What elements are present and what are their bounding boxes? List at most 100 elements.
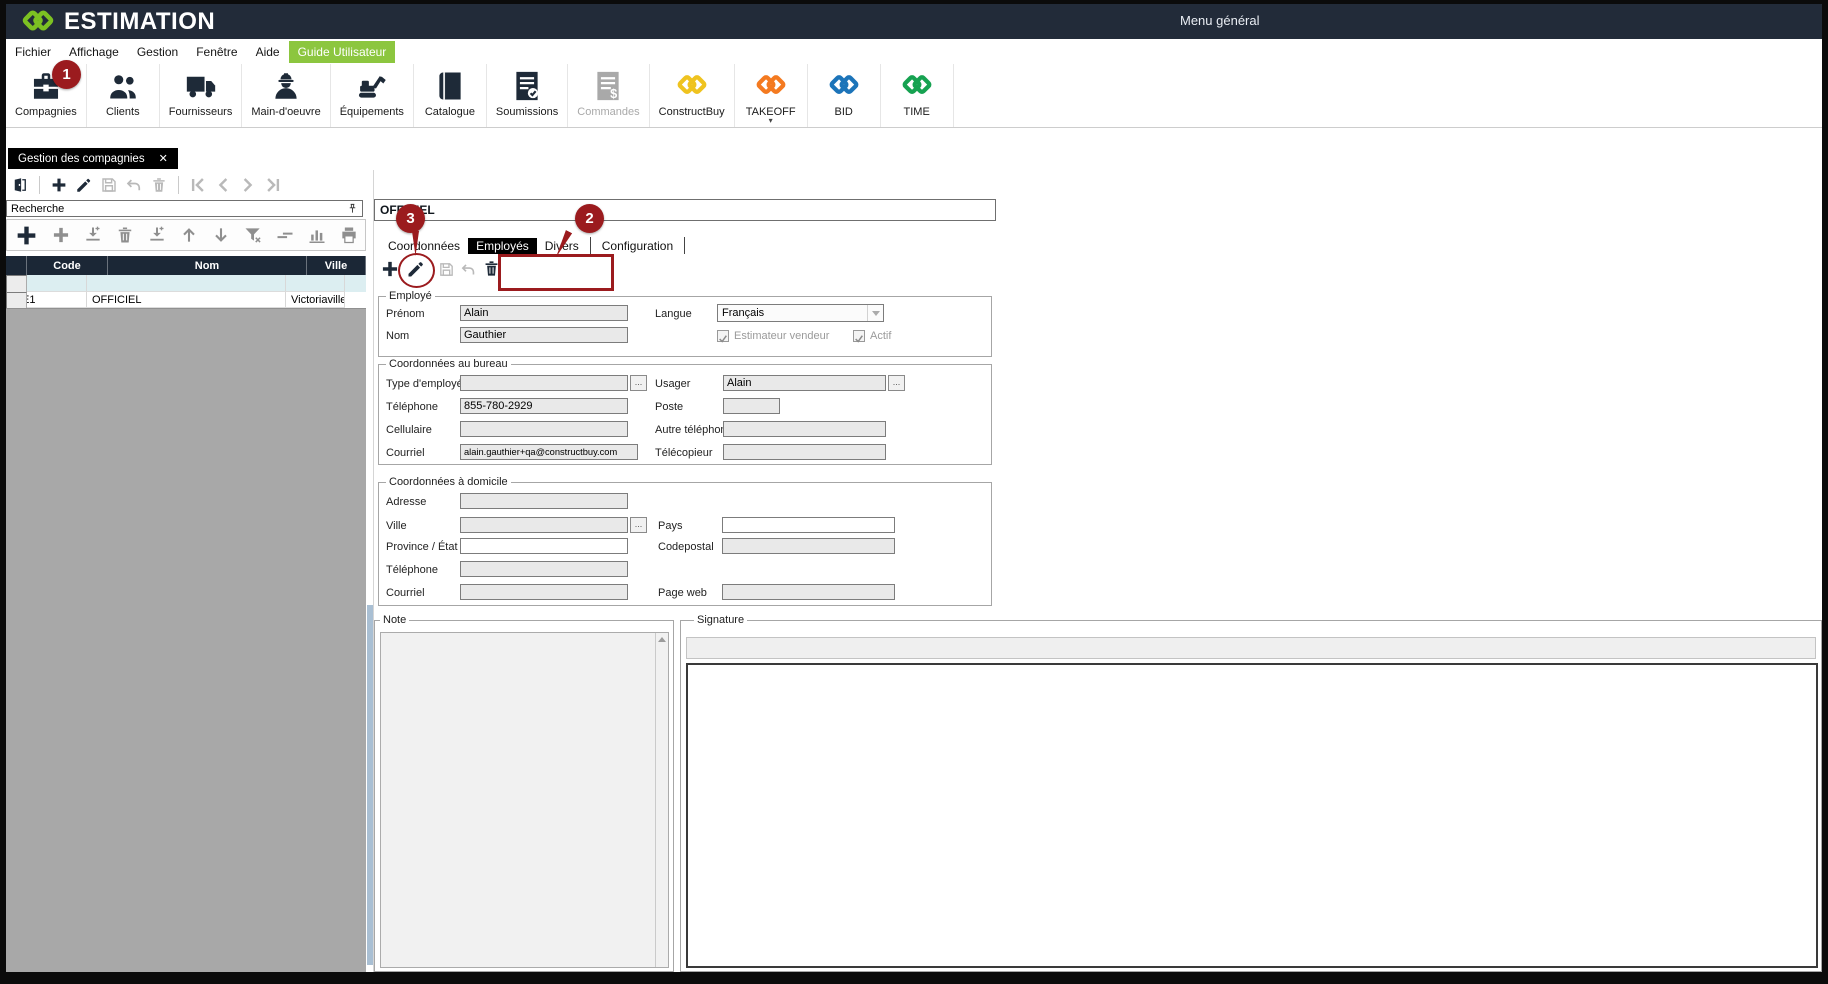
table-cell: Victoriaville (286, 292, 345, 308)
doc-dollar-icon: $ (591, 69, 625, 103)
langue-value: Français (722, 307, 764, 319)
menu-item-aide[interactable]: Aide (247, 41, 289, 63)
brand-diamond-icon (827, 69, 861, 103)
undo-icon[interactable] (125, 176, 143, 194)
menu-item-guide-utilisateur[interactable]: Guide Utilisateur (289, 41, 396, 63)
column-header-code[interactable]: Code (27, 256, 108, 275)
nav-last-icon[interactable] (264, 176, 282, 194)
usager-field[interactable] (723, 375, 886, 391)
undo-button[interactable] (460, 261, 477, 278)
search-input[interactable]: Recherche (6, 200, 363, 217)
note-textarea[interactable] (380, 632, 669, 968)
toolbar-item-catalogue[interactable]: Catalogue (414, 64, 487, 127)
telecopieur-field[interactable] (723, 444, 886, 460)
floppy-icon[interactable] (100, 176, 118, 194)
scroll-up-icon[interactable] (658, 637, 666, 642)
groupbox-signature-legend: Signature (694, 614, 747, 626)
telephone-domicile-field[interactable] (460, 561, 628, 577)
dropdown-caret-icon[interactable]: ▾ (769, 118, 773, 124)
nav-first-icon[interactable] (504, 262, 526, 284)
plus-icon[interactable] (14, 223, 39, 248)
prenom-field[interactable] (460, 305, 628, 321)
import-icon[interactable] (83, 225, 103, 245)
menu-item-fen-tre[interactable]: Fenêtre (187, 41, 246, 63)
menu-item-affichage[interactable]: Affichage (60, 41, 128, 63)
printer-icon[interactable] (339, 225, 359, 245)
nav-first-icon[interactable] (189, 176, 207, 194)
toolbar-item-bid[interactable]: BID (808, 64, 881, 127)
ville-browse-button[interactable]: ... (630, 517, 647, 533)
codepostal-field[interactable] (722, 538, 895, 554)
poste-field[interactable] (723, 398, 780, 414)
nom-field[interactable] (460, 327, 628, 343)
type-employe-browse-button[interactable]: ... (630, 375, 647, 391)
nav-prev-icon[interactable] (529, 262, 551, 284)
pencil-icon[interactable] (75, 176, 93, 194)
nav-last-icon[interactable] (579, 262, 601, 284)
courriel-bureau-field[interactable] (460, 444, 638, 460)
form-tab-coordonn-es[interactable]: Coordonnées (380, 238, 468, 254)
trash-icon[interactable] (150, 176, 168, 194)
import-icon[interactable] (147, 225, 167, 245)
telephone-bureau-field[interactable] (460, 398, 628, 414)
exit-icon[interactable] (11, 176, 29, 194)
title-bar: ESTIMATION (6, 4, 1822, 39)
usager-browse-button[interactable]: ... (888, 375, 905, 391)
group-icon[interactable] (275, 225, 295, 245)
add-employee-button[interactable] (380, 259, 400, 279)
page-web-field[interactable] (722, 584, 895, 600)
form-tab-configuration[interactable]: Configuration (594, 238, 681, 254)
toolbar-item-clients[interactable]: Clients (87, 64, 160, 127)
row-selector[interactable] (6, 275, 27, 293)
company-title-field[interactable]: OFFICIEL (374, 199, 996, 221)
estimateur-vendeur-checkbox[interactable] (717, 330, 729, 342)
toolbar-item-quipements[interactable]: Équipements (331, 64, 414, 127)
courriel-domicile-field[interactable] (460, 584, 628, 600)
usager-label: Usager (655, 378, 690, 390)
ville-field[interactable] (460, 517, 628, 533)
arrow-down-icon[interactable] (211, 225, 231, 245)
toolbar-item-fournisseurs[interactable]: Fournisseurs (160, 64, 243, 127)
plus-icon[interactable] (50, 176, 68, 194)
nav-next-icon[interactable] (554, 262, 576, 284)
close-icon[interactable]: ✕ (159, 152, 168, 165)
funnel-x-icon[interactable] (243, 225, 263, 245)
toolbar-item-constructbuy[interactable]: ConstructBuy (650, 64, 735, 127)
groupbox-employe-legend: Employé (386, 290, 435, 302)
menu-item-fichier[interactable]: Fichier (6, 41, 60, 63)
note-scrollbar[interactable] (655, 633, 668, 967)
province-field[interactable] (460, 538, 628, 554)
table-row-selected[interactable] (6, 275, 366, 292)
table-row[interactable]: CIE1OFFICIELVictoriaville (6, 292, 366, 308)
actif-checkbox[interactable] (853, 330, 865, 342)
adresse-field[interactable] (460, 493, 628, 509)
tab-gestion-des-compagnies[interactable]: Gestion des compagnies ✕ (8, 148, 178, 169)
pin-icon[interactable] (347, 202, 358, 215)
toolbar-item-time[interactable]: TIME (881, 64, 954, 127)
toolbar-item-commandes[interactable]: $Commandes (568, 64, 649, 127)
type-employe-field[interactable] (460, 375, 628, 391)
actif-label: Actif (870, 330, 891, 342)
plus-icon[interactable] (51, 225, 71, 245)
form-tab-employ-s[interactable]: Employés (468, 238, 537, 254)
column-header-nom[interactable]: Nom (108, 256, 307, 275)
pays-field[interactable] (722, 517, 895, 533)
langue-select[interactable]: Français (717, 304, 884, 322)
column-header-ville[interactable]: Ville (307, 256, 366, 275)
save-button[interactable] (438, 261, 455, 278)
nav-prev-icon[interactable] (214, 176, 232, 194)
nav-next-icon[interactable] (239, 176, 257, 194)
signature-canvas[interactable] (686, 663, 1818, 968)
annotation-badge-1: 1 (52, 60, 81, 89)
toolbar-item-main-d-oeuvre[interactable]: Main-d'oeuvre (242, 64, 330, 127)
menu-item-gestion[interactable]: Gestion (128, 41, 187, 63)
autre-telephone-field[interactable] (723, 421, 886, 437)
tab-separator (684, 237, 685, 254)
signature-toolbar[interactable] (686, 637, 1816, 659)
arrow-up-icon[interactable] (179, 225, 199, 245)
trash-icon[interactable] (115, 225, 135, 245)
toolbar-item-takeoff[interactable]: TAKEOFF▾ (735, 64, 808, 127)
cellulaire-field[interactable] (460, 421, 628, 437)
chart-icon[interactable] (307, 225, 327, 245)
toolbar-item-soumissions[interactable]: Soumissions (487, 64, 568, 127)
